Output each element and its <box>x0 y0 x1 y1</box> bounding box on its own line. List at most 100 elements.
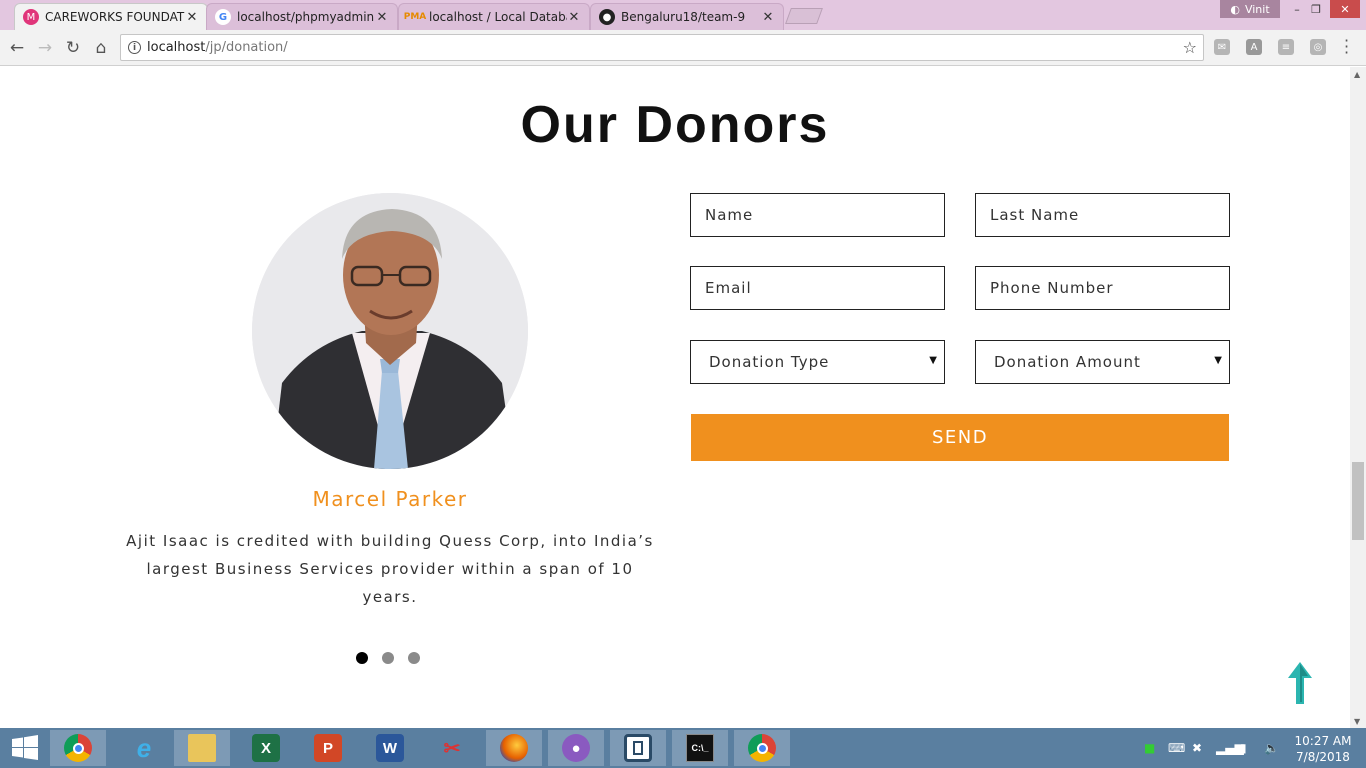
taskbar-app[interactable] <box>610 730 666 766</box>
tab-github[interactable]: ● Bengaluru18/team-9 ✕ <box>590 3 784 30</box>
tray-volume-icon[interactable]: 🔈 <box>1264 741 1279 755</box>
tray-battery-icon[interactable]: ▮ <box>1240 741 1247 755</box>
google-icon: G <box>215 9 231 25</box>
internet-explorer-icon: e <box>136 732 152 763</box>
profile-icon: ◐ <box>1230 2 1240 16</box>
name-placeholder: Name <box>705 206 754 224</box>
chrome-icon <box>64 734 92 762</box>
window-close-icon[interactable]: ✕ <box>1330 0 1360 18</box>
info-icon[interactable]: i <box>128 41 141 54</box>
taskbar-powerpoint[interactable]: P <box>300 730 356 766</box>
github-icon: ● <box>599 9 615 25</box>
new-tab-button[interactable] <box>785 8 823 24</box>
powerpoint-icon: P <box>314 734 342 762</box>
url-host: localhost <box>147 40 206 55</box>
tab-title: CAREWORKS FOUNDATIO <box>45 10 185 24</box>
donor-photo <box>252 193 528 469</box>
donor-portrait-image <box>252 193 528 469</box>
scrollbar-thumb[interactable] <box>1352 462 1364 540</box>
file-explorer-icon <box>188 734 216 762</box>
taskbar-file-explorer[interactable] <box>174 730 230 766</box>
url-path: /jp/donation/ <box>205 40 288 55</box>
close-icon[interactable]: ✕ <box>761 10 775 25</box>
back-icon[interactable]: ← <box>6 37 28 59</box>
profile-badge[interactable]: ◐ Vinit <box>1220 0 1280 18</box>
taskbar-clock[interactable]: 10:27 AM 7/8/2018 <box>1290 733 1356 765</box>
carousel-dot-1[interactable] <box>356 652 368 664</box>
carousel-dot-2[interactable] <box>382 652 394 664</box>
chrome-icon <box>748 734 776 762</box>
donor-name: Marcel Parker <box>312 487 468 511</box>
tray-network-error-icon[interactable]: ✖ <box>1192 741 1202 755</box>
command-prompt-icon: C:\_ <box>686 734 714 762</box>
taskbar-excel[interactable]: X <box>238 730 294 766</box>
dropdown-caret-icon: ▼ <box>1214 355 1223 366</box>
clock-date: 7/8/2018 <box>1296 750 1350 764</box>
excel-icon: X <box>252 734 280 762</box>
start-icon <box>12 735 38 760</box>
donation-page: Our Donors Marcel Parker Ajit Isaac is c… <box>0 67 1350 728</box>
browser-toolbar: ← → ↻ ⌂ i localhost/jp/donation/ ☆ ✉ A ≡… <box>0 30 1366 66</box>
taskbar-internet-explorer[interactable]: e <box>116 730 172 766</box>
scroll-down-icon[interactable]: ▼ <box>1354 717 1360 726</box>
email-input[interactable]: Email <box>690 266 945 310</box>
careworks-favicon-icon: M <box>23 9 39 25</box>
donation-type-value: Donation Type <box>709 353 830 371</box>
snipping-tool-icon: ✂ <box>443 737 461 760</box>
page-scrollbar[interactable]: ▲ ▼ <box>1350 67 1366 728</box>
taskbar-chrome[interactable] <box>50 730 106 766</box>
forward-icon[interactable]: → <box>34 37 56 59</box>
bookmark-star-icon[interactable]: ☆ <box>1183 38 1197 57</box>
extension-globe-icon[interactable]: ◎ <box>1310 39 1326 55</box>
tab-careworks[interactable]: M CAREWORKS FOUNDATIO ✕ <box>14 3 208 30</box>
name-input[interactable]: Name <box>690 193 945 237</box>
taskbar-word[interactable]: W <box>362 730 418 766</box>
donor-bio: Ajit Isaac is credited with building Que… <box>126 532 654 606</box>
profile-name: Vinit <box>1244 2 1270 16</box>
taskbar-github-desktop[interactable]: ● <box>548 730 604 766</box>
tab-title: Bengaluru18/team-9 <box>621 10 746 24</box>
taskbar-firefox[interactable] <box>486 730 542 766</box>
donation-type-select[interactable]: Donation Type ▼ <box>690 340 945 384</box>
tray-app-icon[interactable]: ■ <box>1144 741 1155 755</box>
start-button[interactable] <box>0 730 50 766</box>
restore-icon[interactable]: ❐ <box>1305 0 1327 18</box>
phpmyadmin-icon: PMA <box>403 12 427 22</box>
close-icon[interactable]: ✕ <box>185 10 199 25</box>
scroll-to-top-arrow-icon[interactable] <box>1288 662 1312 704</box>
dropdown-caret-icon: ▼ <box>929 355 938 366</box>
tray-language-icon[interactable]: ⌨ <box>1168 741 1185 755</box>
last-name-placeholder: Last Name <box>990 206 1080 224</box>
close-icon[interactable]: ✕ <box>567 10 581 25</box>
extension-stack-icon[interactable]: ≡ <box>1278 39 1294 55</box>
extension-a-icon[interactable]: A <box>1246 39 1262 55</box>
chrome-menu-icon[interactable]: · · · <box>1344 33 1349 61</box>
close-icon[interactable]: ✕ <box>375 10 389 25</box>
tab-title: localhost/phpmyadmin - <box>237 10 375 24</box>
scroll-up-icon[interactable]: ▲ <box>1354 70 1360 79</box>
carousel-dots <box>356 652 420 664</box>
tab-local-database[interactable]: PMA localhost / Local Databas ✕ <box>398 3 590 30</box>
reload-icon[interactable]: ↻ <box>62 37 84 59</box>
carousel-dot-3[interactable] <box>408 652 420 664</box>
windows-taskbar: e X P W ✂ ● C:\_ ■ ⌨ ✖ ▂▄▆ ▮ 🔈 10:27 AM … <box>0 728 1366 768</box>
address-bar[interactable]: i localhost/jp/donation/ ☆ <box>120 34 1204 61</box>
clock-time: 10:27 AM <box>1294 734 1352 748</box>
tab-phpmyadmin[interactable]: G localhost/phpmyadmin - ✕ <box>206 3 398 30</box>
home-icon[interactable]: ⌂ <box>90 37 112 59</box>
github-desktop-icon: ● <box>562 734 590 762</box>
tab-strip: M CAREWORKS FOUNDATIO ✕ G localhost/phpm… <box>0 0 1366 30</box>
send-button[interactable]: SEND <box>691 414 1229 461</box>
page-title: Our Donors <box>520 96 830 154</box>
word-icon: W <box>376 734 404 762</box>
taskbar-chrome-2[interactable] <box>734 730 790 766</box>
taskbar-snipping-tool[interactable]: ✂ <box>424 730 480 766</box>
phone-number-input[interactable]: Phone Number <box>975 266 1230 310</box>
email-placeholder: Email <box>705 279 752 297</box>
taskbar-command-prompt[interactable]: C:\_ <box>672 730 728 766</box>
extension-mail-icon[interactable]: ✉ <box>1214 39 1230 55</box>
tab-title: localhost / Local Databas <box>429 10 567 24</box>
app-icon <box>624 734 652 762</box>
last-name-input[interactable]: Last Name <box>975 193 1230 237</box>
donation-amount-select[interactable]: Donation Amount ▼ <box>975 340 1230 384</box>
